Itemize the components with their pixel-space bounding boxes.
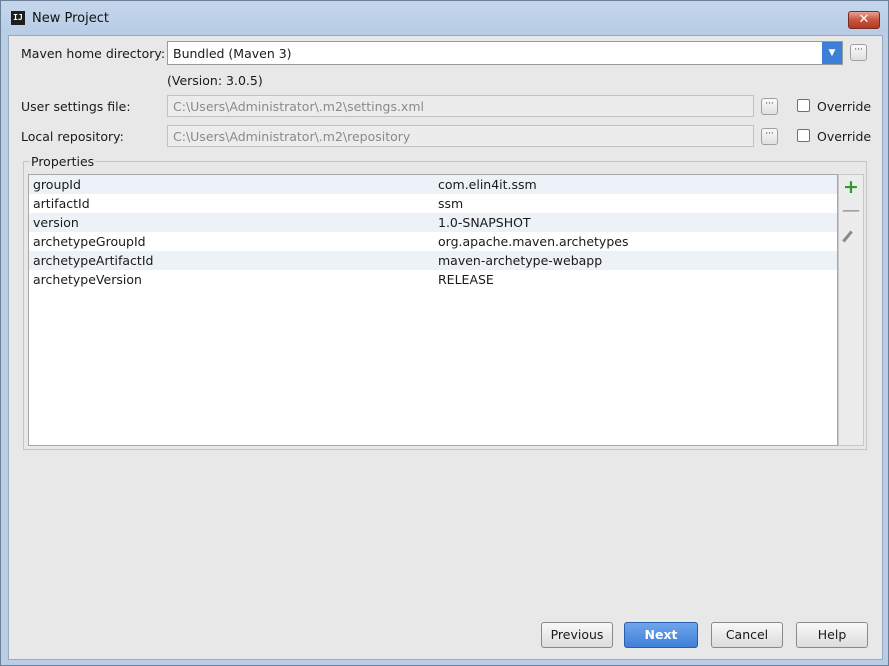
property-key: archetypeArtifactId: [33, 253, 154, 268]
property-key: version: [33, 215, 79, 230]
next-button[interactable]: Next: [624, 622, 698, 648]
property-key: artifactId: [33, 196, 90, 211]
user-settings-field[interactable]: C:\Users\Administrator\.m2\settings.xml: [167, 95, 754, 117]
close-button[interactable]: ✕: [848, 11, 880, 29]
table-row[interactable]: groupId com.elin4it.ssm: [29, 175, 837, 194]
properties-toolbar: + —: [838, 174, 864, 446]
help-button[interactable]: Help: [796, 622, 868, 648]
previous-button[interactable]: Previous: [541, 622, 613, 648]
property-key: archetypeGroupId: [33, 234, 146, 249]
cancel-button[interactable]: Cancel: [711, 622, 783, 648]
properties-group: Properties groupId com.elin4it.ssm artif…: [23, 154, 867, 450]
properties-title: Properties: [30, 154, 96, 169]
property-value: 1.0-SNAPSHOT: [438, 215, 531, 230]
edit-pencil-icon[interactable]: [839, 225, 863, 247]
cancel-button-label: Cancel: [725, 627, 769, 642]
property-value: ssm: [438, 196, 464, 211]
maven-home-select[interactable]: Bundled (Maven 3) ▼: [167, 41, 843, 65]
property-key: archetypeVersion: [33, 272, 142, 287]
property-value: org.apache.maven.archetypes: [438, 234, 629, 249]
title-bar[interactable]: IJ New Project ✕: [1, 1, 888, 35]
local-repo-field[interactable]: C:\Users\Administrator\.m2\repository: [167, 125, 754, 147]
property-value: com.elin4it.ssm: [438, 177, 537, 192]
local-repo-browse-button[interactable]: ···: [761, 128, 778, 145]
local-repo-value: C:\Users\Administrator\.m2\repository: [173, 129, 411, 144]
user-settings-value: C:\Users\Administrator\.m2\settings.xml: [173, 99, 424, 114]
table-row[interactable]: archetypeGroupId org.apache.maven.archet…: [29, 232, 837, 251]
user-settings-label: User settings file:: [21, 99, 131, 114]
maven-home-label: Maven home directory:: [21, 46, 166, 61]
remove-icon[interactable]: —: [839, 200, 863, 222]
local-repo-override-checkbox[interactable]: [797, 129, 810, 142]
maven-home-value: Bundled (Maven 3): [173, 46, 292, 61]
table-row[interactable]: archetypeVersion RELEASE: [29, 270, 837, 289]
maven-home-browse-button[interactable]: ···: [850, 44, 867, 61]
property-value: maven-archetype-webapp: [438, 253, 603, 268]
table-row[interactable]: archetypeArtifactId maven-archetype-weba…: [29, 251, 837, 270]
user-settings-browse-button[interactable]: ···: [761, 98, 778, 115]
intellij-app-icon: IJ: [11, 11, 25, 25]
local-repo-label: Local repository:: [21, 129, 124, 144]
maven-version-text: (Version: 3.0.5): [167, 73, 263, 88]
next-button-label: Next: [644, 627, 678, 642]
help-button-label: Help: [817, 627, 847, 642]
previous-button-label: Previous: [550, 627, 604, 642]
window-title: New Project: [32, 11, 109, 26]
property-value: RELEASE: [438, 272, 494, 287]
table-row[interactable]: version 1.0-SNAPSHOT: [29, 213, 837, 232]
table-row[interactable]: artifactId ssm: [29, 194, 837, 213]
user-settings-override-label: Override: [817, 99, 872, 114]
new-project-window: IJ New Project ✕ Maven home directory: B…: [0, 0, 889, 666]
chevron-down-icon[interactable]: ▼: [822, 42, 842, 64]
local-repo-override-label: Override: [817, 129, 872, 144]
property-key: groupId: [33, 177, 81, 192]
user-settings-override-checkbox[interactable]: [797, 99, 810, 112]
properties-table[interactable]: groupId com.elin4it.ssm artifactId ssm v…: [28, 174, 838, 446]
add-icon[interactable]: +: [839, 176, 863, 198]
dialog-content: Maven home directory: Bundled (Maven 3) …: [8, 35, 883, 660]
